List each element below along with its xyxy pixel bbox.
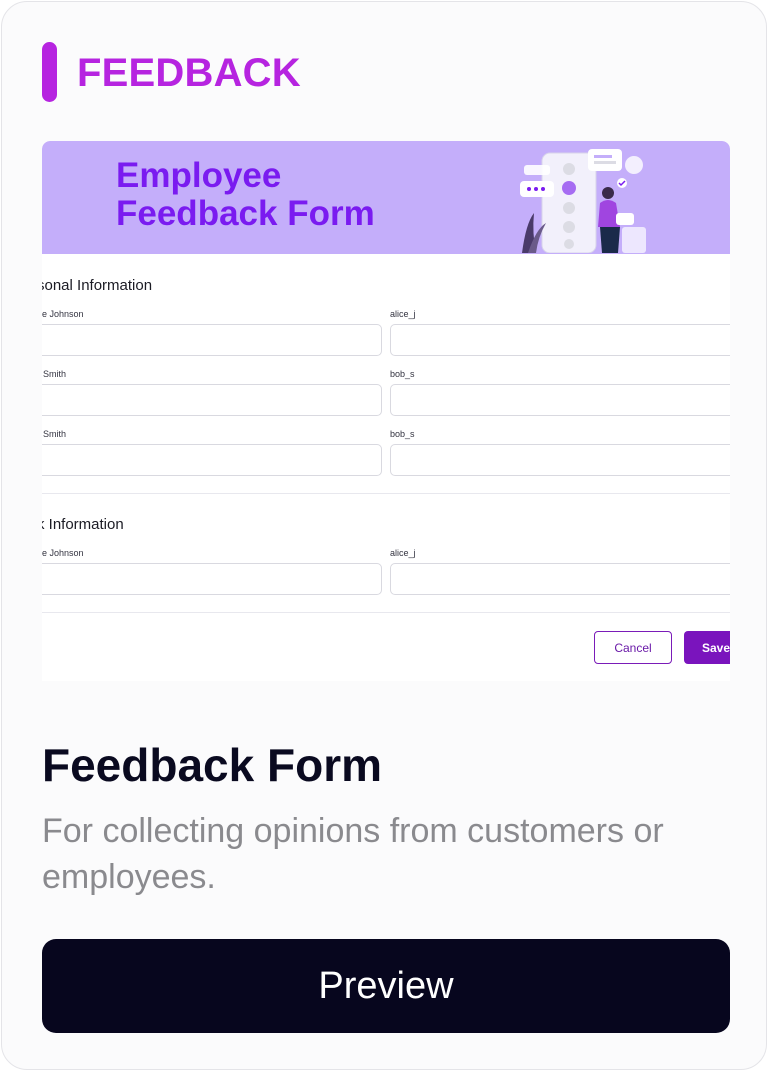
field-label: e Johnson (42, 548, 84, 558)
form-banner: Employee Feedback Form (42, 141, 730, 254)
form-preview-thumbnail: Employee Feedback Form rsonal Informatio… (42, 141, 730, 681)
category-label: FEEDBACK (77, 51, 301, 95)
username-input[interactable] (390, 384, 730, 416)
section-title-personal-information: rsonal Information (42, 277, 153, 294)
field-label: alice_j (390, 548, 416, 558)
field-label: alice_j (390, 309, 416, 319)
section-divider (42, 493, 730, 494)
field-label: bob_s (390, 429, 415, 439)
name-input[interactable] (42, 324, 382, 356)
feedback-illustration-icon (520, 149, 646, 253)
section-title-work-information: rk Information (42, 516, 124, 533)
username-input[interactable] (390, 324, 730, 356)
card-description: For collecting opinions from customers o… (42, 812, 664, 896)
category-accent-bar (42, 42, 57, 102)
card-title: Feedback Form (42, 739, 382, 791)
preview-button[interactable]: Preview (42, 939, 730, 1033)
username-input[interactable] (390, 444, 730, 476)
field-label: Smith (43, 429, 67, 439)
template-card: FEEDBACK Employee Feedback Form rsonal I… (1, 1, 767, 1070)
save-button[interactable]: Save (684, 631, 730, 664)
form-banner-title: Employee Feedback Form (116, 156, 375, 233)
section-divider (42, 612, 730, 613)
field-label: e Johnson (42, 309, 84, 319)
username-input[interactable] (390, 563, 730, 595)
cancel-button[interactable]: Cancel (594, 631, 672, 664)
name-input[interactable] (42, 384, 382, 416)
field-label: Smith (43, 369, 67, 379)
name-input[interactable] (42, 444, 382, 476)
field-label: bob_s (390, 369, 415, 379)
name-input[interactable] (42, 563, 382, 595)
